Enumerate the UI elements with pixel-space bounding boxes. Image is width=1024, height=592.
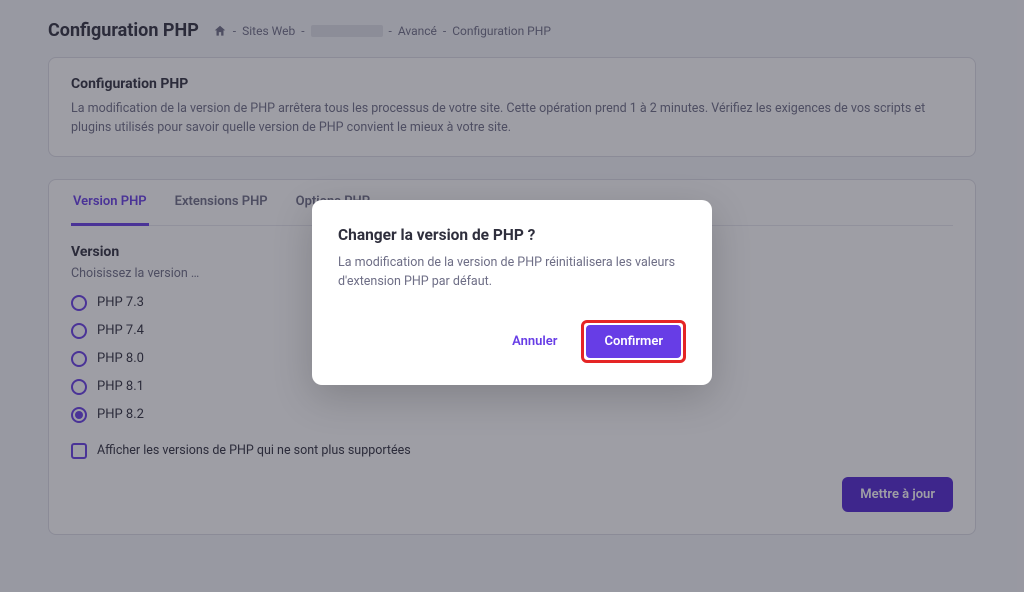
modal-overlay[interactable]: Changer la version de PHP ? La modificat… — [0, 0, 1024, 592]
modal-actions: Annuler Confirmer — [338, 320, 686, 363]
modal-title: Changer la version de PHP ? — [338, 226, 686, 244]
confirm-highlight: Confirmer — [581, 320, 686, 363]
cancel-button[interactable]: Annuler — [502, 325, 567, 358]
confirm-button[interactable]: Confirmer — [586, 325, 681, 358]
confirm-modal: Changer la version de PHP ? La modificat… — [312, 200, 712, 385]
modal-text: La modification de la version de PHP réi… — [338, 254, 686, 292]
